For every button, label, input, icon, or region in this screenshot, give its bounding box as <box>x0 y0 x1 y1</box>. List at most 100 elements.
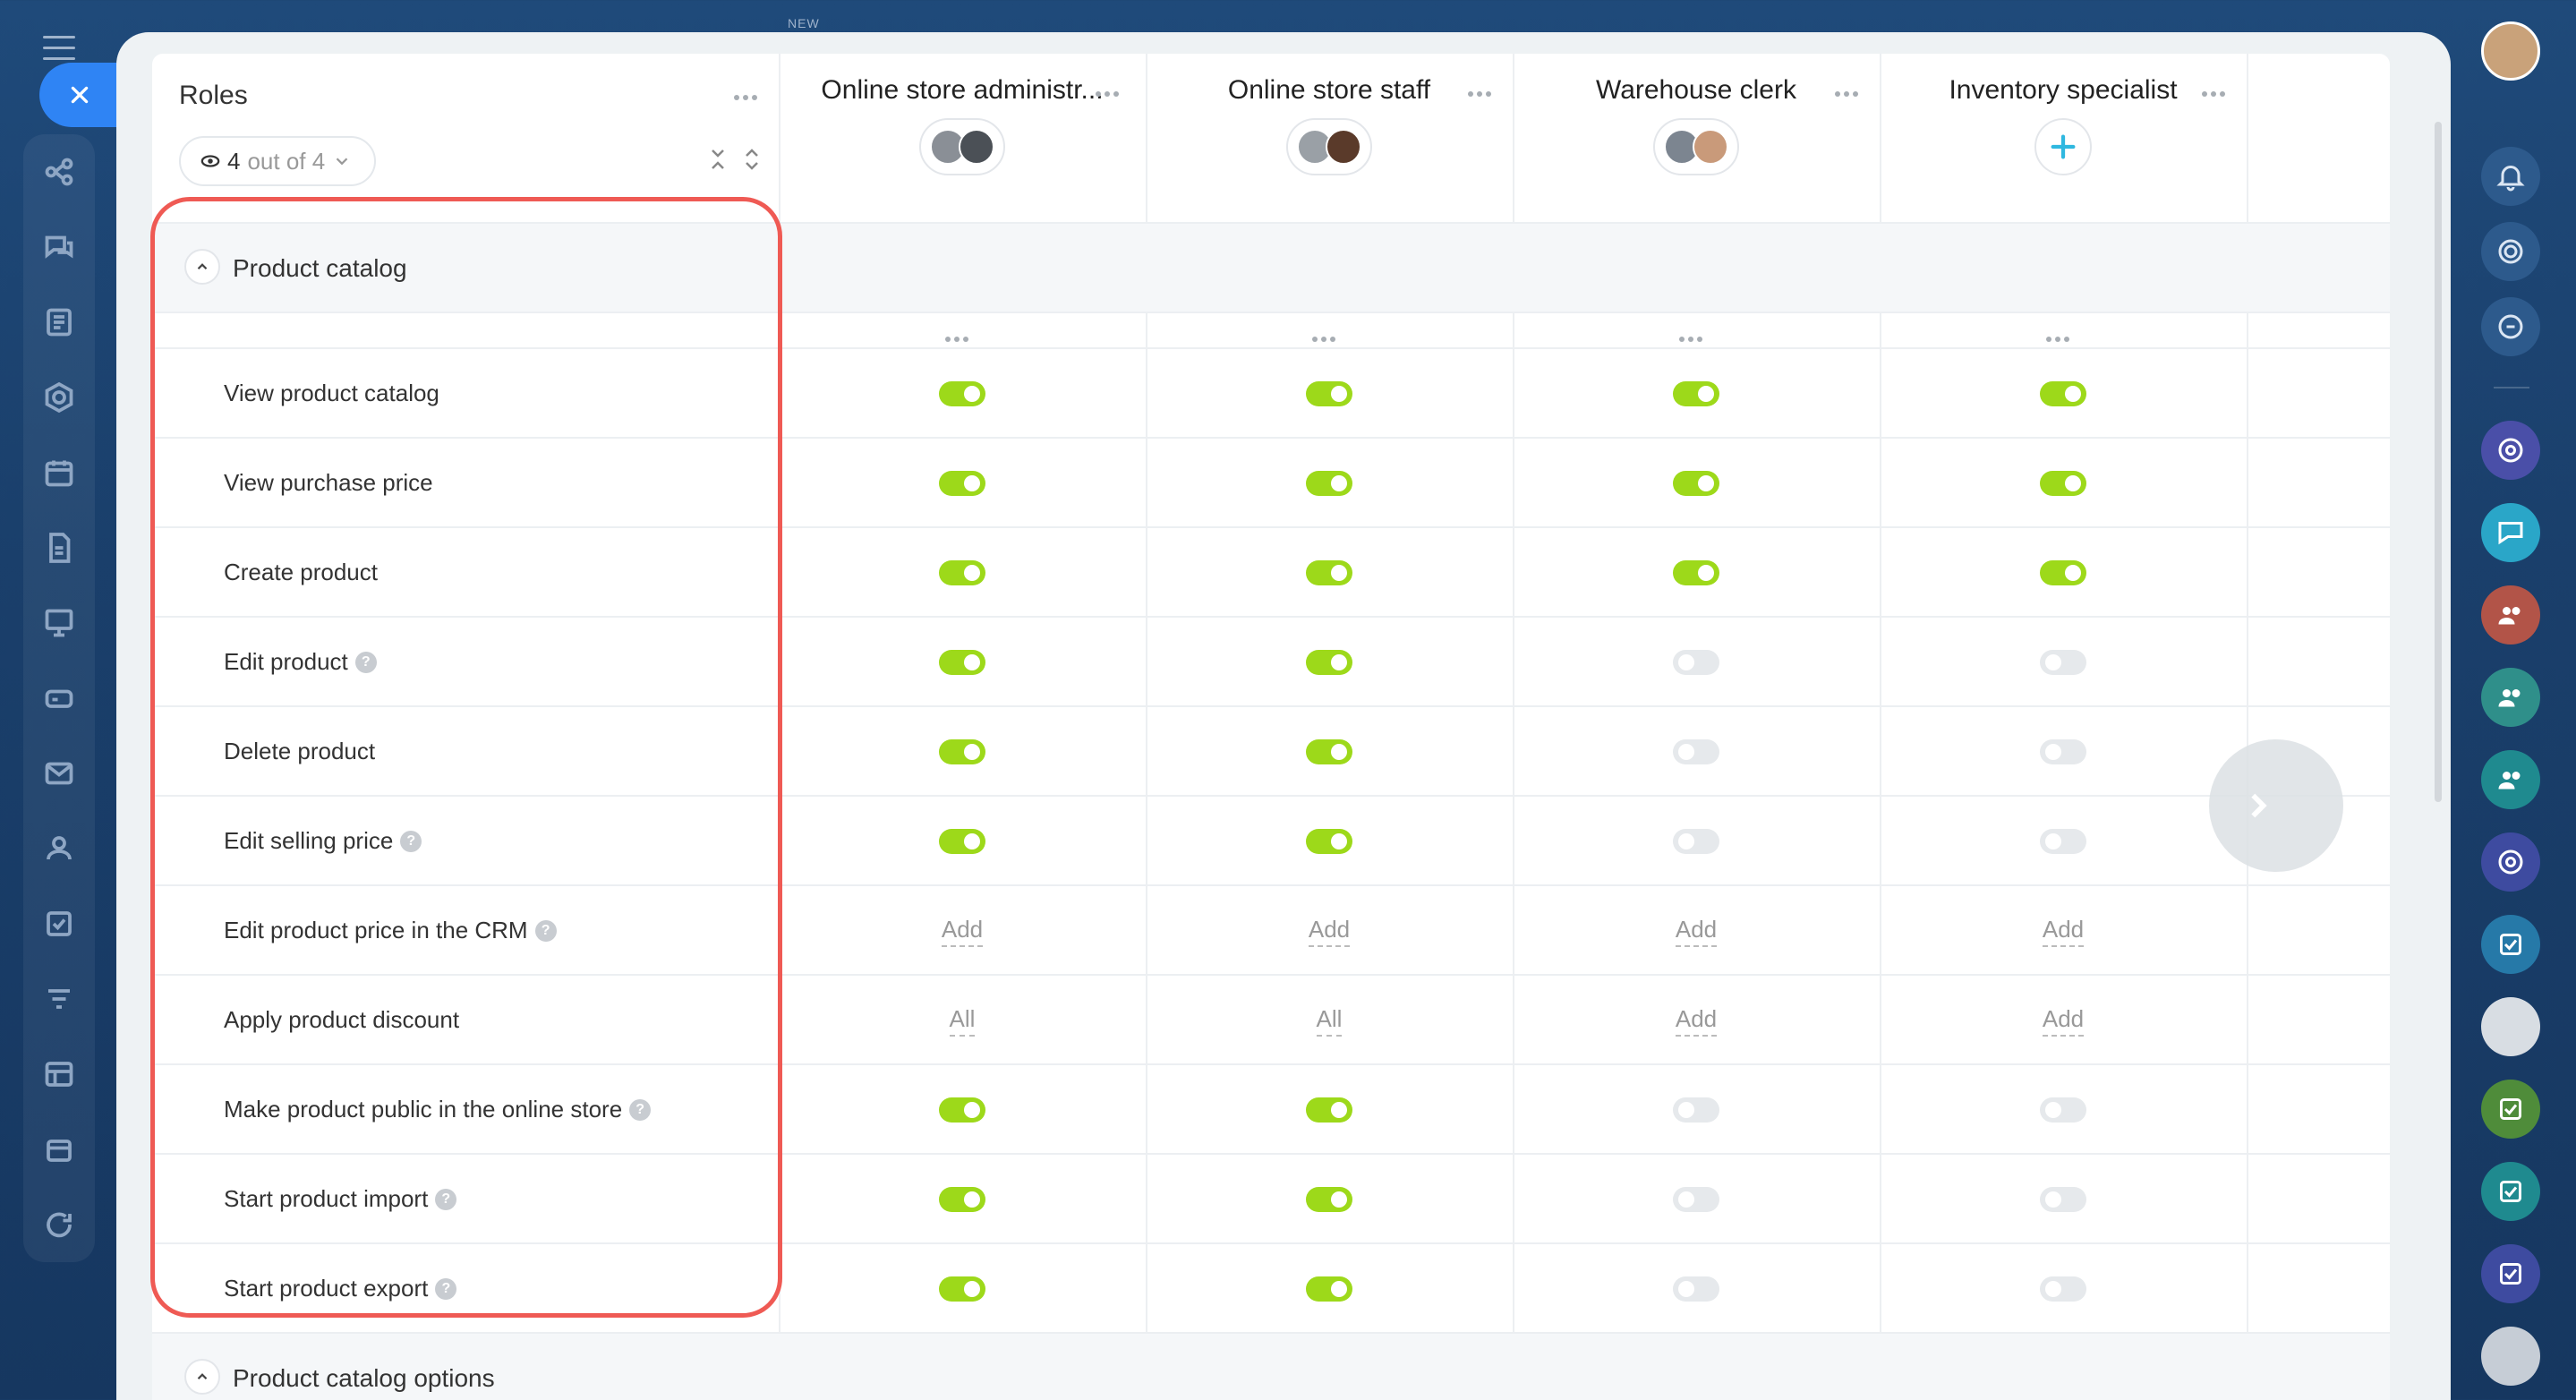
calendar-icon[interactable] <box>41 455 77 491</box>
messages-icon[interactable] <box>2481 503 2540 562</box>
role-members[interactable] <box>1653 118 1739 175</box>
nodes-icon[interactable] <box>41 154 77 190</box>
presentation-icon[interactable] <box>41 605 77 641</box>
orbit-icon[interactable] <box>2481 421 2540 480</box>
permission-toggle[interactable] <box>1673 1187 1719 1212</box>
permission-toggle[interactable] <box>939 560 985 585</box>
group-icon-cyan[interactable] <box>2481 750 2540 809</box>
permission-toggle[interactable] <box>2040 650 2086 675</box>
roles-filter-dropdown[interactable]: 4 out of 4 <box>179 136 376 186</box>
role-more-icon[interactable] <box>1468 84 1495 97</box>
add-access-link[interactable]: Add <box>1675 1005 1718 1037</box>
permission-toggle[interactable] <box>939 471 985 496</box>
permission-toggle[interactable] <box>1673 471 1719 496</box>
permission-toggle[interactable] <box>939 739 985 764</box>
access-all-link[interactable]: All <box>949 1005 976 1037</box>
permission-toggle[interactable] <box>2040 829 2086 854</box>
add-access-link[interactable]: Add <box>2042 1005 2085 1037</box>
chevron-up-icon[interactable] <box>184 1359 220 1395</box>
permission-toggle[interactable] <box>1306 650 1352 675</box>
permission-toggle[interactable] <box>939 381 985 406</box>
column-more-icon[interactable] <box>945 329 972 342</box>
column-more-icon[interactable] <box>2046 329 2073 342</box>
role-name[interactable]: Online store staff <box>1146 75 1513 106</box>
permission-toggle[interactable] <box>1673 739 1719 764</box>
file-icon[interactable] <box>41 530 77 566</box>
permission-toggle[interactable] <box>2040 1097 2086 1123</box>
bell-icon[interactable] <box>2481 147 2540 206</box>
add-access-link[interactable]: Add <box>1308 916 1351 947</box>
add-member-button[interactable] <box>2034 118 2092 175</box>
permission-toggle[interactable] <box>1306 471 1352 496</box>
task-check-icon-green[interactable] <box>2481 1080 2540 1139</box>
permission-toggle[interactable] <box>939 650 985 675</box>
target-icon[interactable] <box>2481 222 2540 281</box>
permission-toggle[interactable] <box>939 1187 985 1212</box>
collapse-all-icon[interactable] <box>707 147 729 172</box>
orbit-icon-2[interactable] <box>2481 832 2540 892</box>
user-avatar[interactable] <box>2481 21 2540 81</box>
permission-toggle[interactable] <box>1306 1276 1352 1302</box>
permission-toggle[interactable] <box>2040 471 2086 496</box>
section-product-catalog-options[interactable]: Product catalog options <box>152 1334 2390 1400</box>
role-more-icon[interactable] <box>2202 84 2229 97</box>
storage-icon[interactable] <box>41 680 77 716</box>
task-check-icon[interactable] <box>2481 915 2540 974</box>
role-members[interactable] <box>1286 118 1372 175</box>
refresh-icon[interactable] <box>41 1207 77 1242</box>
team-avatar[interactable] <box>2481 1327 2540 1386</box>
help-icon[interactable]: ? <box>534 919 557 942</box>
archive-icon[interactable] <box>41 1131 77 1167</box>
permission-toggle[interactable] <box>1673 650 1719 675</box>
permission-toggle[interactable] <box>939 1097 985 1123</box>
permission-toggle[interactable] <box>1673 1097 1719 1123</box>
permission-toggle[interactable] <box>1673 560 1719 585</box>
permission-toggle[interactable] <box>2040 560 2086 585</box>
add-access-link[interactable]: Add <box>941 916 984 947</box>
vertical-scrollbar[interactable] <box>2435 122 2442 802</box>
expand-all-icon[interactable] <box>741 147 763 172</box>
permission-toggle[interactable] <box>1673 829 1719 854</box>
chat-icon[interactable] <box>41 229 77 265</box>
role-more-icon[interactable] <box>1096 84 1122 97</box>
permission-toggle[interactable] <box>1673 381 1719 406</box>
section-product-catalog[interactable]: Product catalog <box>152 224 2390 313</box>
permission-toggle[interactable] <box>939 1276 985 1302</box>
role-name[interactable]: Inventory specialist <box>1880 75 2247 106</box>
mail-icon[interactable] <box>41 755 77 791</box>
column-more-icon[interactable] <box>1312 329 1339 342</box>
filter-icon[interactable] <box>41 981 77 1017</box>
users-icon[interactable] <box>41 831 77 866</box>
permission-toggle[interactable] <box>2040 381 2086 406</box>
role-name[interactable]: Online store administr... <box>779 75 1146 106</box>
help-icon[interactable]: ? <box>400 830 422 852</box>
role-members[interactable] <box>919 118 1005 175</box>
permission-toggle[interactable] <box>1306 560 1352 585</box>
help-icon[interactable]: ? <box>435 1188 457 1210</box>
help-icon[interactable]: ? <box>354 651 377 673</box>
document-list-icon[interactable] <box>41 304 77 340</box>
search-chat-icon[interactable] <box>2481 297 2540 356</box>
add-access-link[interactable]: Add <box>2042 916 2085 947</box>
permission-toggle[interactable] <box>2040 1276 2086 1302</box>
access-all-link[interactable]: All <box>1316 1005 1343 1037</box>
permission-toggle[interactable] <box>1306 1097 1352 1123</box>
task-check-icon-blue[interactable] <box>2481 1244 2540 1303</box>
contact-avatar[interactable] <box>2481 997 2540 1056</box>
role-more-icon[interactable] <box>1835 84 1862 97</box>
grid-list-icon[interactable] <box>41 1056 77 1092</box>
hexagon-icon[interactable] <box>41 380 77 415</box>
help-icon[interactable]: ? <box>629 1098 652 1121</box>
help-icon[interactable]: ? <box>435 1277 457 1300</box>
permission-toggle[interactable] <box>1673 1276 1719 1302</box>
add-access-link[interactable]: Add <box>1675 916 1718 947</box>
column-more-icon[interactable] <box>1679 329 1706 342</box>
roles-more-icon[interactable] <box>734 88 761 100</box>
chevron-up-icon[interactable] <box>184 249 220 285</box>
role-name[interactable]: Warehouse clerk <box>1513 75 1880 106</box>
permission-toggle[interactable] <box>1306 739 1352 764</box>
permission-toggle[interactable] <box>1306 381 1352 406</box>
permission-toggle[interactable] <box>2040 739 2086 764</box>
task-check-icon-teal[interactable] <box>2481 1162 2540 1221</box>
permission-toggle[interactable] <box>2040 1187 2086 1212</box>
